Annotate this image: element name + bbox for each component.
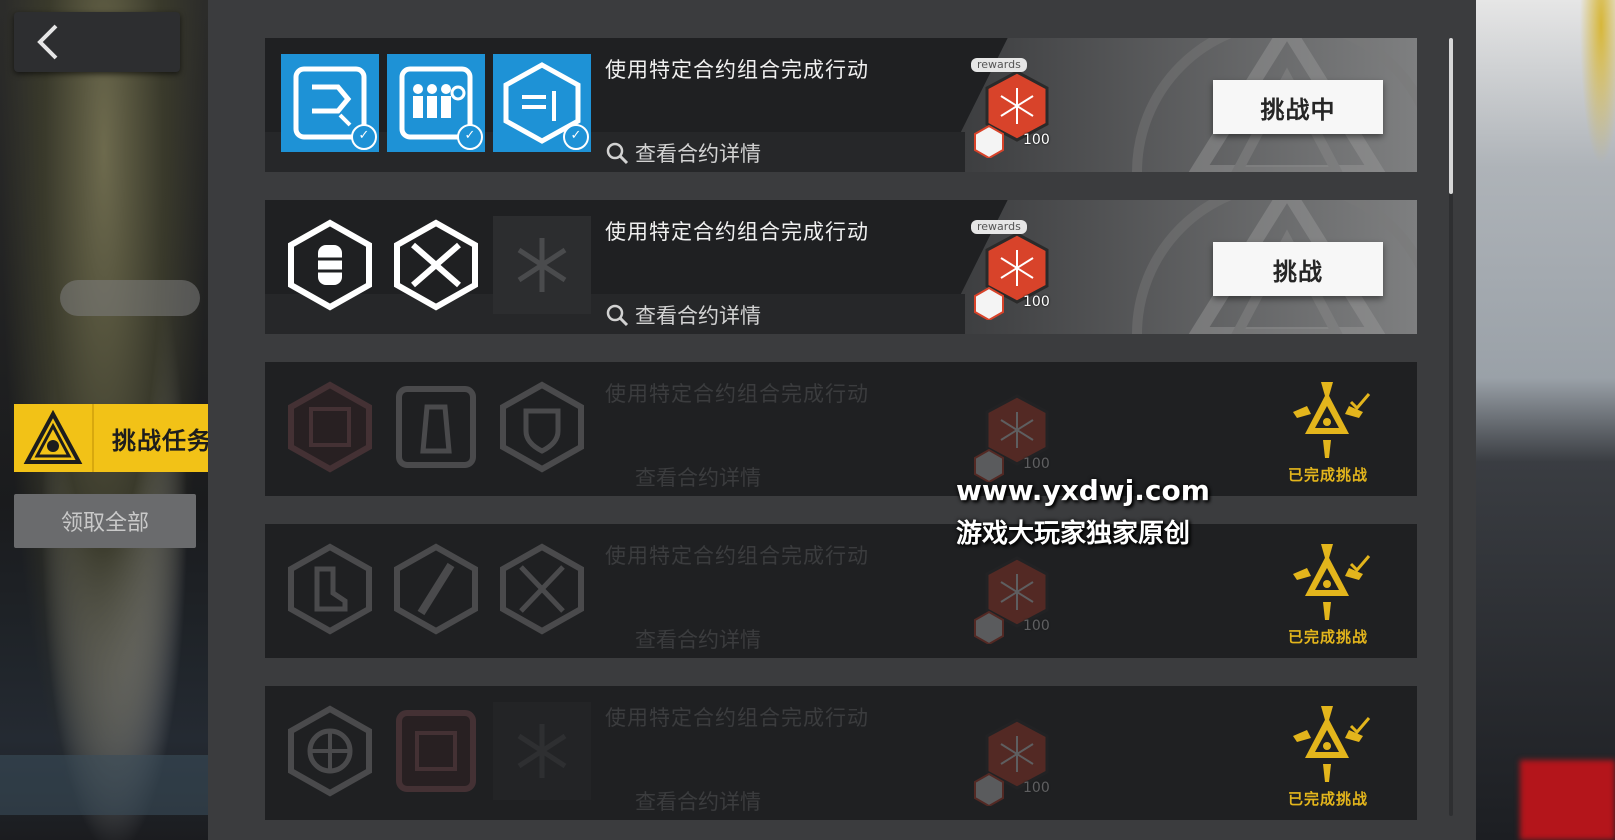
left-background-blur [60,280,200,316]
challenge-card: 使用特定合约组合完成行动 查看合约详情 100 已完成挑战 [265,686,1417,820]
view-contract-details-link[interactable]: 查看合约详情 [605,624,761,654]
challenge-completed-label: 已完成挑战 [1287,466,1368,484]
challenge-completed-label: 已完成挑战 [1287,628,1368,646]
tab-challenge-tasks-label: 挑战任务 [112,426,212,455]
contract-deploy-icon[interactable]: ✓ [493,54,591,152]
challenge-card: 使用特定合约组合完成行动 查看合约详情 rewards 100 挑战 [265,200,1417,334]
view-contract-details-link[interactable]: 查看合约详情 [605,138,761,168]
rewards-tag: rewards [971,220,1027,234]
contract-conflict-icon[interactable] [387,702,485,800]
claim-all-button[interactable]: 领取全部 [14,494,196,548]
contract-target-icon[interactable] [281,702,379,800]
challenge-button[interactable]: 挑战 [1213,242,1383,296]
completed-emblem-icon [1293,382,1371,458]
watermark: www.yxdwj.com 游戏大玩家独家原创 [956,474,1210,550]
view-contract-details-link[interactable]: 查看合约详情 [605,462,761,492]
check-icon: ✓ [457,124,483,150]
card-title: 使用特定合约组合完成行动 [605,706,869,730]
challenge-completed-badge: 已完成挑战 [1283,378,1373,484]
view-contract-details-label: 查看合约详情 [635,790,761,814]
right-background [1476,0,1615,840]
contract-shield-icon[interactable] [493,378,591,476]
contract-squad-icon[interactable]: ✓ [387,54,485,152]
back-button[interactable] [14,12,180,72]
contract-tower-icon[interactable] [387,378,485,476]
contract-boot-icon[interactable] [281,540,379,638]
contingency-contract-icon[interactable] [493,702,591,800]
view-contract-details-label: 查看合约详情 [635,304,761,328]
challenge-completed-badge: 已完成挑战 [1283,540,1373,646]
contract-grenade-icon[interactable] [281,216,379,314]
view-contract-details-label: 查看合约详情 [635,142,761,166]
view-contract-details-label: 查看合约详情 [635,628,761,652]
contract-cross-icon[interactable] [387,216,485,314]
reward[interactable]: rewards 100 [971,220,1051,320]
check-icon: ✓ [351,124,377,150]
contract-icons: ✓ ✓ ✓ [281,54,591,152]
challenge-card: 使用特定合约组合完成行动 查看合约详情 100 已完成挑战 [265,524,1417,658]
view-contract-details-label: 查看合约详情 [635,466,761,490]
rewards-tag: rewards [971,58,1027,72]
contract-icons [281,540,591,638]
card-title: 使用特定合约组合完成行动 [605,544,869,568]
contract-icons [281,378,591,476]
contract-icons [281,702,591,800]
view-contract-details-link[interactable]: 查看合约详情 [605,786,761,816]
watermark-caption: 游戏大玩家独家原创 [956,519,1191,549]
reward-count: 100 [1023,780,1050,796]
search-icon [606,142,629,165]
search-icon [606,304,629,327]
contract-conflict-icon[interactable] [281,378,379,476]
triangle-emblem-icon [14,404,94,472]
card-title: 使用特定合约组合完成行动 [605,58,869,82]
challenge-card: 使用特定合约组合完成行动 查看合约详情 100 已完成挑战 [265,362,1417,496]
completed-emblem-icon [1293,544,1371,620]
completed-emblem-icon [1293,706,1371,782]
card-title: 使用特定合约组合完成行动 [605,382,869,406]
scrollbar-thumb[interactable] [1449,38,1453,194]
reward-count: 100 [1023,618,1050,634]
right-background-red [1520,760,1615,840]
reward-count: 100 [1023,456,1050,472]
watermark-url: www.yxdwj.com [956,474,1210,507]
view-contract-details-link[interactable]: 查看合约详情 [605,300,761,330]
reward[interactable]: 100 [971,706,1051,806]
contract-arrow-icon[interactable]: ✓ [281,54,379,152]
contract-icons [281,216,591,314]
card-title: 使用特定合约组合完成行动 [605,220,869,244]
contingency-contract-icon[interactable] [493,216,591,314]
reward[interactable]: 100 [971,544,1051,644]
check-icon: ✓ [563,124,589,150]
reward-count: 100 [1023,132,1050,148]
contract-swords-icon[interactable] [493,540,591,638]
challenge-card: ✓ ✓ ✓ 使用特定合约组合完成行动 查看合约详情 rewards 100 挑战… [265,38,1417,172]
reward-count: 100 [1023,294,1050,310]
contract-blade-icon[interactable] [387,540,485,638]
reward[interactable]: 100 [971,382,1051,482]
reward[interactable]: rewards 100 [971,58,1051,158]
left-background-blur-bottom [0,755,208,815]
challenge-completed-label: 已完成挑战 [1287,790,1368,808]
chevron-left-icon [37,24,58,60]
challenge-in-progress-button[interactable]: 挑战中 [1213,80,1383,134]
challenge-completed-badge: 已完成挑战 [1283,702,1373,808]
